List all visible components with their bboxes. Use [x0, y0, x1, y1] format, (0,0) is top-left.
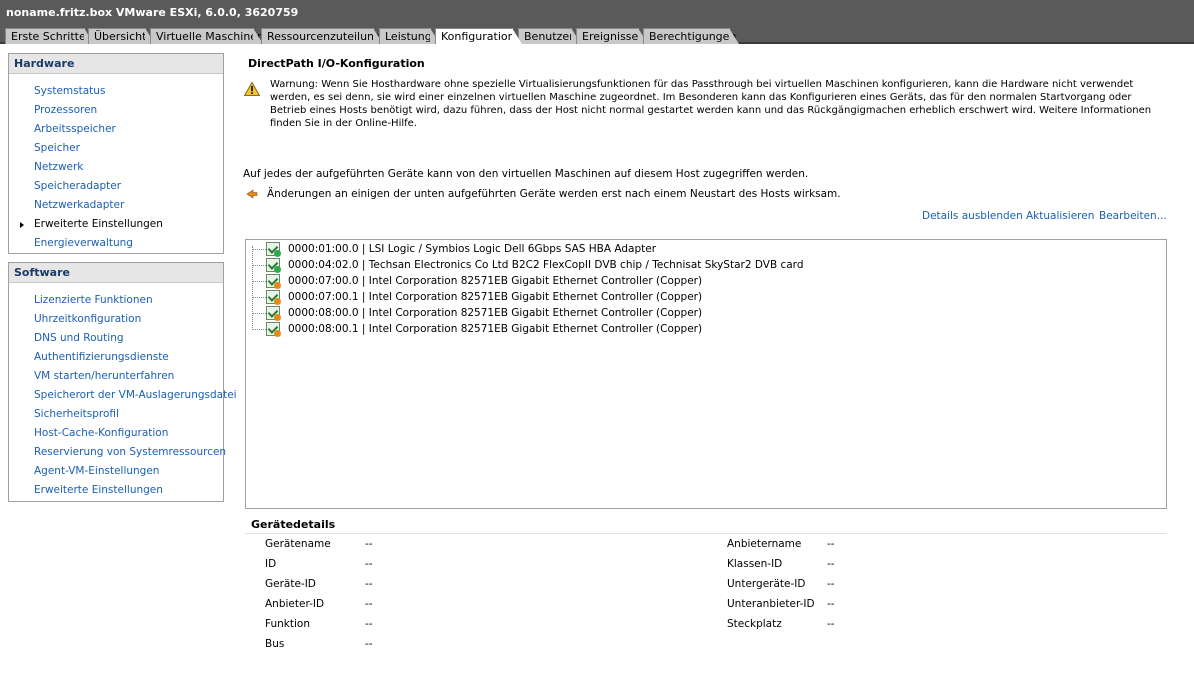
sidebar-item-speicherort-auslagerung[interactable]: Speicherort der VM-Auslagerungsdatei — [9, 386, 237, 405]
tab-strip: Erste Schritte Übersicht Virtuelle Masch… — [0, 28, 1194, 44]
tab-berechtigungen[interactable]: Berechtigungen — [643, 28, 739, 44]
status-pending-icon — [274, 330, 281, 337]
tree-connector — [252, 313, 266, 314]
device-label: 0000:07:00.1 | Intel Corporation 82571EB… — [288, 291, 703, 303]
detail-value: -- — [827, 578, 835, 590]
tab-label: Konfiguration — [441, 30, 515, 43]
tab-label: Berechtigungen — [649, 30, 737, 43]
sidebar-item-lizenzierte-funktionen[interactable]: Lizenzierte Funktionen — [9, 291, 223, 310]
tab-erste-schritte[interactable]: Erste Schritte — [5, 28, 94, 44]
detail-label: ID — [265, 558, 277, 570]
sidebar-item-erweiterte-einstellungen[interactable]: Erweiterte Einstellungen — [9, 215, 223, 234]
detail-label: Anbietername — [727, 538, 802, 550]
detail-label: Untergeräte-ID — [727, 578, 806, 590]
sidebar-item-prozessoren[interactable]: Prozessoren — [9, 101, 223, 120]
detail-value: -- — [827, 618, 835, 630]
software-heading: Software — [9, 263, 223, 283]
sidebar-item-agent-vm[interactable]: Agent-VM-Einstellungen — [9, 462, 223, 481]
tab-konfiguration[interactable]: Konfiguration — [435, 28, 522, 44]
sidebar-item-energieverwaltung[interactable]: Energieverwaltung — [9, 234, 223, 253]
sidebar-item-speicheradapter[interactable]: Speicheradapter — [9, 177, 223, 196]
sidebar-item-arbeitsspeicher[interactable]: Arbeitsspeicher — [9, 120, 223, 139]
edit-link[interactable]: Bearbeiten... — [1099, 210, 1167, 222]
sidebar-item-netzwerkadapter[interactable]: Netzwerkadapter — [9, 196, 223, 215]
software-panel: Software Lizenzierte Funktionen Uhrzeitk… — [8, 262, 237, 502]
page-title: DirectPath I/O-Konfiguration — [248, 57, 425, 70]
detail-value: -- — [365, 638, 373, 650]
sidebar-item-systemstatus[interactable]: Systemstatus — [9, 82, 223, 101]
sidebar-item-dns-routing[interactable]: DNS und Routing — [9, 329, 223, 348]
tab-label: Leistung — [385, 30, 432, 43]
detail-value: -- — [827, 558, 835, 570]
hardware-panel: Hardware Systemstatus Prozessoren Arbeit… — [8, 53, 224, 254]
sidebar-item-sicherheitsprofil[interactable]: Sicherheitsprofil — [9, 405, 223, 424]
sidebar-item-vm-starten[interactable]: VM starten/herunterfahren — [9, 367, 223, 386]
tree-connector — [252, 265, 266, 266]
detail-value: -- — [827, 598, 835, 610]
details-divider — [245, 533, 1167, 534]
tab-ereignisse[interactable]: Ereignisse — [576, 28, 648, 44]
warning-text: Warnung: Wenn Sie Hosthardware ohne spez… — [270, 79, 1152, 129]
detail-label: Anbieter-ID — [265, 598, 325, 610]
detail-value: -- — [365, 578, 373, 590]
status-active-icon — [274, 250, 281, 257]
status-pending-icon — [274, 314, 281, 321]
device-label: 0000:08:00.0 | Intel Corporation 82571EB… — [288, 307, 703, 319]
tab-label: Ressourcenzuteilung — [267, 30, 382, 43]
status-pending-icon — [274, 298, 281, 305]
detail-value: -- — [365, 558, 373, 570]
tree-line — [252, 246, 253, 330]
device-label: 0000:01:00.0 | LSI Logic / Symbios Logic… — [288, 243, 657, 255]
tree-connector — [252, 249, 266, 250]
detail-label: Unteranbieter-ID — [727, 598, 815, 610]
details-heading: Gerätedetails — [251, 518, 336, 531]
sidebar-item-netzwerk[interactable]: Netzwerk — [9, 158, 223, 177]
device-list[interactable]: 0000:01:00.0 | LSI Logic / Symbios Logic… — [245, 239, 1167, 509]
tab-label: Benutzer — [524, 30, 574, 43]
tab-benutzer[interactable]: Benutzer — [518, 28, 581, 44]
warning-icon — [244, 82, 260, 96]
tab-leistung[interactable]: Leistung — [379, 28, 440, 44]
detail-value: -- — [365, 598, 373, 610]
detail-label: Bus — [265, 638, 285, 650]
device-label: 0000:08:00.1 | Intel Corporation 82571EB… — [288, 323, 703, 335]
detail-label: Gerätename — [265, 538, 331, 550]
window-title: noname.fritz.box VMware ESXi, 6.0.0, 362… — [6, 6, 299, 19]
sidebar-item-authentifizierungsdienste[interactable]: Authentifizierungsdienste — [9, 348, 223, 367]
detail-label: Klassen-ID — [727, 558, 783, 570]
device-label: 0000:07:00.0 | Intel Corporation 82571EB… — [288, 275, 703, 287]
hide-details-link[interactable]: Details ausblenden — [922, 210, 1023, 222]
info-text: Auf jedes der aufgeführten Geräte kann v… — [243, 168, 809, 180]
refresh-link[interactable]: Aktualisieren — [1026, 210, 1094, 222]
detail-value: -- — [827, 538, 835, 550]
tab-uebersicht[interactable]: Übersicht — [88, 28, 155, 44]
detail-label: Geräte-ID — [265, 578, 316, 590]
detail-label: Funktion — [265, 618, 310, 630]
detail-label: Steckplatz — [727, 618, 782, 630]
sidebar-item-uhrzeitkonfiguration[interactable]: Uhrzeitkonfiguration — [9, 310, 223, 329]
tree-connector — [252, 281, 266, 282]
tab-label: Ereignisse — [582, 30, 639, 43]
tab-label: Virtuelle Maschinen — [156, 30, 265, 43]
device-label: 0000:04:02.0 | Techsan Electronics Co Lt… — [288, 259, 804, 271]
restart-arrow-icon — [246, 189, 258, 199]
sidebar-item-speicher[interactable]: Speicher — [9, 139, 223, 158]
hardware-heading: Hardware — [9, 54, 223, 74]
tab-label: Übersicht — [94, 30, 147, 43]
restart-note: Änderungen an einigen der unten aufgefüh… — [267, 188, 841, 200]
status-pending-icon — [274, 282, 281, 289]
detail-value: -- — [365, 538, 373, 550]
title-bar: noname.fritz.box VMware ESXi, 6.0.0, 362… — [0, 0, 1194, 28]
tab-ressourcenzuteilung[interactable]: Ressourcenzuteilung — [261, 28, 383, 44]
sidebar-item-erweiterte-einstellungen-sw[interactable]: Erweiterte Einstellungen — [9, 481, 223, 500]
tab-virtuelle-maschinen[interactable]: Virtuelle Maschinen — [150, 28, 264, 44]
sidebar-item-host-cache[interactable]: Host-Cache-Konfiguration — [9, 424, 223, 443]
tab-label: Erste Schritte — [11, 30, 86, 43]
tree-connector — [252, 297, 266, 298]
status-active-icon — [274, 266, 281, 273]
sidebar-item-reservierung[interactable]: Reservierung von Systemressourcen — [9, 443, 226, 462]
tree-connector — [252, 329, 266, 330]
detail-value: -- — [365, 618, 373, 630]
